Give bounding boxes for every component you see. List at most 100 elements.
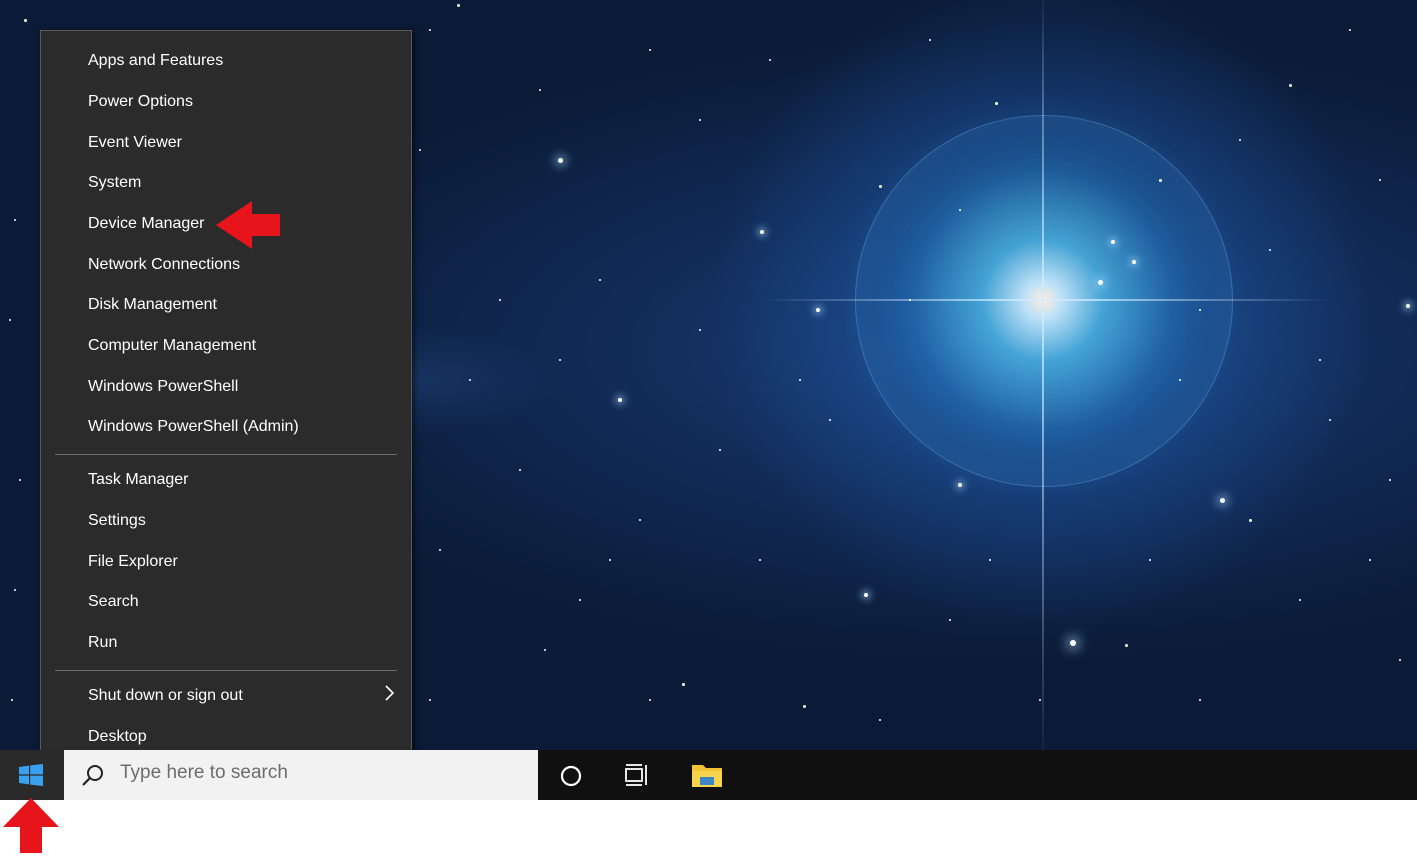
menu-item-shut-down-or-sign-out[interactable]: Shut down or sign out: [88, 683, 243, 709]
winx-context-menu: Apps and Features Power Options Event Vi…: [40, 30, 412, 769]
star: [681, 682, 685, 686]
star: [878, 184, 882, 188]
star: [11, 699, 13, 701]
star: [1299, 599, 1301, 601]
star: [639, 519, 641, 521]
star: [544, 649, 546, 651]
task-view-icon[interactable]: [624, 763, 650, 787]
star: [609, 559, 611, 561]
star: [1179, 379, 1181, 381]
star: [1248, 518, 1252, 522]
star: [439, 549, 441, 551]
star: [959, 209, 961, 211]
menu-item-disk-management[interactable]: Disk Management: [88, 292, 217, 318]
star: [618, 398, 622, 402]
star: [829, 419, 831, 421]
star: [14, 589, 16, 591]
menu-item-network-connections[interactable]: Network Connections: [88, 252, 240, 278]
star: [599, 279, 601, 281]
menu-item-windows-powershell-admin[interactable]: Windows PowerShell (Admin): [88, 414, 299, 440]
star: [1158, 178, 1162, 182]
star: [559, 359, 561, 361]
star: [456, 3, 460, 7]
menu-item-power-options[interactable]: Power Options: [88, 89, 193, 115]
menu-item-computer-management[interactable]: Computer Management: [88, 333, 256, 359]
star: [19, 479, 21, 481]
menu-item-run[interactable]: Run: [88, 630, 117, 656]
star: [1379, 179, 1381, 181]
search-placeholder: Type here to search: [120, 762, 288, 783]
star: [1149, 559, 1151, 561]
star: [429, 29, 431, 31]
menu-item-device-manager[interactable]: Device Manager: [88, 211, 205, 237]
menu-item-event-viewer[interactable]: Event Viewer: [88, 130, 182, 156]
star: [799, 379, 801, 381]
star: [864, 593, 868, 597]
menu-item-windows-powershell[interactable]: Windows PowerShell: [88, 374, 238, 400]
star: [23, 18, 27, 22]
menu-item-system[interactable]: System: [88, 170, 141, 196]
red-arrow-up-icon: [3, 798, 59, 853]
star: [769, 59, 771, 61]
star: [699, 119, 701, 121]
menu-item-desktop[interactable]: Desktop: [88, 724, 147, 750]
star: [14, 219, 16, 221]
menu-separator: [55, 670, 397, 671]
star: [1239, 139, 1241, 141]
star: [929, 39, 931, 41]
star-ray-vertical: [1042, 0, 1044, 750]
star: [579, 599, 581, 601]
file-explorer-icon[interactable]: [691, 762, 723, 788]
star: [1319, 359, 1321, 361]
star: [1288, 83, 1292, 87]
star: [1269, 249, 1271, 251]
star: [419, 149, 421, 151]
star: [1219, 497, 1225, 503]
windows-start-icon: [19, 764, 43, 786]
star: [909, 299, 911, 301]
star: [1399, 659, 1401, 661]
star: [1406, 304, 1410, 308]
star-ray-horizontal: [760, 299, 1330, 301]
chevron-right-icon: [385, 685, 395, 701]
star: [1199, 699, 1201, 701]
star: [879, 719, 881, 721]
star: [989, 559, 991, 561]
star: [949, 619, 951, 621]
star: [699, 329, 701, 331]
menu-item-task-manager[interactable]: Task Manager: [88, 467, 189, 493]
star: [1097, 279, 1103, 285]
star: [1132, 260, 1136, 264]
star: [719, 449, 721, 451]
star: [759, 559, 761, 561]
taskbar-search-box[interactable]: Type here to search: [64, 750, 538, 800]
star: [994, 101, 998, 105]
star: [958, 483, 962, 487]
star: [1111, 240, 1115, 244]
star: [519, 469, 521, 471]
menu-item-settings[interactable]: Settings: [88, 508, 146, 534]
star: [760, 230, 764, 234]
star: [1329, 419, 1331, 421]
star: [1199, 309, 1201, 311]
star: [649, 49, 651, 51]
star: [469, 379, 471, 381]
star: [9, 319, 11, 321]
cortana-circle-icon[interactable]: [559, 764, 583, 788]
menu-item-search[interactable]: Search: [88, 589, 139, 615]
star: [802, 704, 806, 708]
red-arrow-left-icon: [216, 201, 280, 249]
menu-item-file-explorer[interactable]: File Explorer: [88, 549, 178, 575]
nebula-halo: [855, 115, 1233, 487]
star: [1124, 643, 1128, 647]
star: [1070, 640, 1076, 646]
menu-item-apps-and-features[interactable]: Apps and Features: [88, 48, 223, 74]
star: [816, 308, 820, 312]
star: [1389, 479, 1391, 481]
star: [539, 89, 541, 91]
start-button[interactable]: [0, 750, 64, 800]
search-icon: [82, 765, 103, 786]
star: [557, 157, 563, 163]
star: [499, 299, 501, 301]
star: [429, 699, 431, 701]
